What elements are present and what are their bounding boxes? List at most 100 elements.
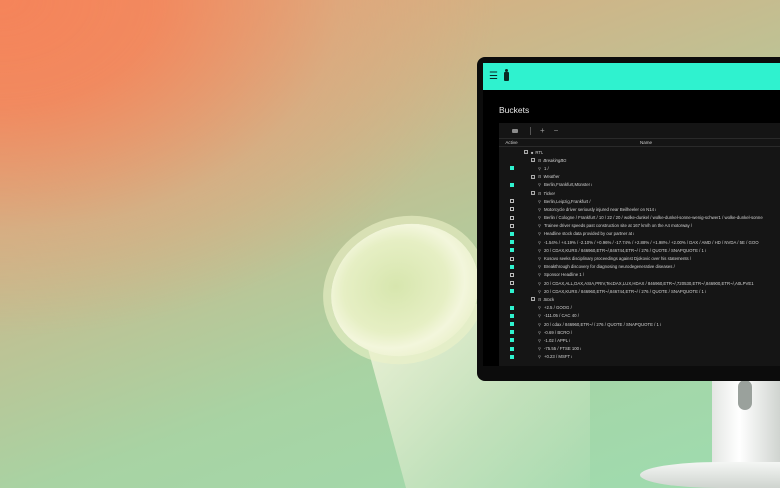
active-cell — [499, 256, 524, 261]
column-header-name: Name — [639, 140, 652, 145]
active-checkbox[interactable] — [509, 166, 514, 171]
tree-leaf-row[interactable]: ⚲ Breakthrough discovery for diagnosing n… — [499, 263, 780, 271]
bucket-icon: ⊟ — [538, 174, 542, 180]
monitor-stand-base — [640, 462, 780, 488]
row-label: Motorcycle driver seriously injured near… — [543, 206, 657, 212]
active-checkbox[interactable] — [509, 354, 514, 359]
name-cell: ⚲ Kosovo seeks disciplinary proceedings a… — [524, 256, 691, 261]
active-checkbox[interactable] — [509, 215, 514, 220]
row-label: Trainee driver speeds past construction … — [543, 223, 693, 229]
active-checkbox[interactable] — [509, 305, 514, 310]
add-button[interactable]: + — [540, 126, 545, 135]
active-cell — [499, 272, 524, 277]
active-checkbox[interactable] — [509, 231, 514, 236]
tree-leaf-row[interactable]: ⚲ 20 / CDAX,KURS / 846960,ETR~/,846744,ET… — [499, 246, 780, 254]
active-cell — [499, 199, 524, 204]
filter-icon: ⚲ — [538, 182, 541, 188]
remove-button[interactable]: − — [554, 126, 559, 135]
tree-leaf-row[interactable]: ⚲ -75.55 / FTSE 100 / — [499, 345, 780, 353]
filter-icon: ⚲ — [538, 346, 541, 352]
tree-leaf-row[interactable]: ⚲ 20 / cdax / 846960,ETR~/ / 276 / QUOTE … — [499, 320, 780, 328]
active-checkbox[interactable] — [509, 322, 514, 327]
active-checkbox[interactable] — [509, 289, 514, 294]
active-cell — [499, 240, 524, 245]
active-checkbox[interactable] — [509, 182, 514, 187]
active-checkbox[interactable] — [509, 346, 514, 351]
name-cell: ⚲ Berlin,Frankfurt,Münster / — [524, 182, 592, 187]
tree-leaf-row[interactable]: ⚲ Berlin,Frankfurt,Münster / — [499, 181, 780, 189]
tree-leaf-row[interactable]: ⚲ Berlin / Cologne / Frankfurt / 10 / 22 … — [499, 214, 780, 222]
collapse-toggle-icon[interactable]: − — [531, 191, 535, 196]
row-label: 20 / CDAX,ALL,DAX,ASIA,PRIV,TecDAX,LUX,H… — [543, 280, 754, 286]
name-cell: ⚲ -1.02 / APPL / — [524, 338, 570, 343]
active-checkbox[interactable] — [509, 281, 514, 286]
tree-group-row[interactable]: − ⊟ Stock — [499, 295, 780, 303]
active-cell — [499, 231, 524, 236]
bucket-icon: ⊟ — [538, 296, 542, 302]
row-label: +0.23 / MSFT / — [543, 354, 573, 360]
row-label: 1 / — [543, 165, 549, 171]
active-checkbox[interactable] — [509, 256, 514, 261]
tree-leaf-row[interactable]: ⚲ -1.54% / +4.19% / -2.10% / +0.96% / -17… — [499, 238, 780, 246]
tree-group-row[interactable]: − ⊟ BreakingBG — [499, 156, 780, 164]
tree-group-row[interactable]: − ⊟ Weather — [499, 173, 780, 181]
column-header-active: Active — [505, 140, 518, 145]
active-checkbox[interactable] — [509, 272, 514, 277]
collapse-toggle-icon[interactable]: − — [531, 174, 535, 179]
active-cell — [499, 322, 524, 327]
active-cell — [499, 338, 524, 343]
filter-icon: ⚲ — [538, 223, 541, 229]
filter-icon: ⚲ — [538, 256, 541, 262]
tree-leaf-row[interactable]: ⚲ -1.02 / APPL / — [499, 336, 780, 344]
active-checkbox[interactable] — [509, 313, 514, 318]
tree-leaf-row[interactable]: ⚲ 20 / CDAX,ALL,DAX,ASIA,PRIV,TecDAX,LUX,… — [499, 279, 780, 287]
row-label: Kosovo seeks disciplinary proceedings ag… — [543, 256, 692, 262]
row-label: -111.05 / CAC 40 / — [543, 313, 579, 319]
tree-leaf-row[interactable]: ⚲ Motorcycle driver seriously injured nea… — [499, 205, 780, 213]
name-cell: ⚲ Berlin,Leipzig,Frankfurt / — [524, 199, 591, 204]
tree-leaf-row[interactable]: ⚲ Sponsor Headline 1 / — [499, 271, 780, 279]
row-label: Ticker — [543, 190, 556, 196]
tree-leaf-row[interactable]: ⚲ Berlin,Leipzig,Frankfurt / — [499, 197, 780, 205]
name-cell: ⚲ -75.55 / FTSE 100 / — [524, 346, 581, 351]
active-checkbox[interactable] — [509, 207, 514, 212]
hamburger-menu-icon[interactable]: ☰ — [489, 71, 499, 82]
monitor-screen: ☰ Buckets + − Active Name − ■ RTL − ⊟ Breakin… — [483, 63, 780, 366]
tree-leaf-row[interactable]: ⚲ +0.23 / MSFT / — [499, 353, 780, 361]
name-cell: ⚲ 1 / — [524, 166, 549, 171]
tree-leaf-row[interactable]: ⚲ Kosovo seeks disciplinary proceedings a… — [499, 254, 780, 262]
table-header: Active Name — [499, 139, 780, 147]
active-checkbox[interactable] — [509, 330, 514, 335]
tree-leaf-row[interactable]: ⚲ Headline stock data provided by our par… — [499, 230, 780, 238]
active-checkbox[interactable] — [509, 338, 514, 343]
app-topbar: ☰ — [483, 63, 780, 90]
active-cell — [499, 182, 524, 187]
tree-leaf-row[interactable]: ⚲ Trainee driver speeds past construction… — [499, 222, 780, 230]
bucket-tree: − ■ RTL − ⊟ BreakingBG ⚲ 1 /− ⊟ Weather ⚲ Berlin,Fr… — [499, 147, 780, 361]
active-checkbox[interactable] — [509, 240, 514, 245]
tree-group-row[interactable]: − ■ RTL — [499, 148, 780, 156]
tree-leaf-row[interactable]: ⚲ 20 / CDAX,KURS / 846960,ETR~/,846744,ET… — [499, 287, 780, 295]
collapse-toggle-icon[interactable]: − — [524, 150, 528, 155]
active-checkbox[interactable] — [509, 223, 514, 228]
collapse-toggle-icon[interactable]: − — [531, 158, 535, 163]
active-cell — [499, 215, 524, 220]
folder-icon[interactable] — [512, 128, 518, 133]
tree-group-row[interactable]: − ⊟ Ticker — [499, 189, 780, 197]
tree-leaf-row[interactable]: ⚲ -111.05 / CAC 40 / — [499, 312, 780, 320]
active-cell — [499, 354, 524, 359]
tree-leaf-row[interactable]: ⚲ 1 / — [499, 164, 780, 172]
filter-icon: ⚲ — [538, 231, 541, 237]
active-checkbox[interactable] — [509, 264, 514, 269]
tree-leaf-row[interactable]: ⚲ +2.5 / GOOG / — [499, 304, 780, 312]
filter-icon: ⚲ — [538, 239, 541, 245]
active-checkbox[interactable] — [509, 248, 514, 253]
buckets-panel: + − Active Name − ■ RTL − ⊟ BreakingBG ⚲ 1 /− ⊟ W… — [499, 123, 780, 366]
active-checkbox[interactable] — [509, 199, 514, 204]
name-cell: − ⊟ Stock — [524, 297, 554, 302]
active-cell — [499, 289, 524, 294]
tree-leaf-row[interactable]: ⚲ -0.69 / BCRO / — [499, 328, 780, 336]
collapse-toggle-icon[interactable]: − — [531, 297, 535, 302]
name-cell: ⚲ -111.05 / CAC 40 / — [524, 313, 579, 318]
bucket-icon: ⊟ — [538, 190, 542, 196]
